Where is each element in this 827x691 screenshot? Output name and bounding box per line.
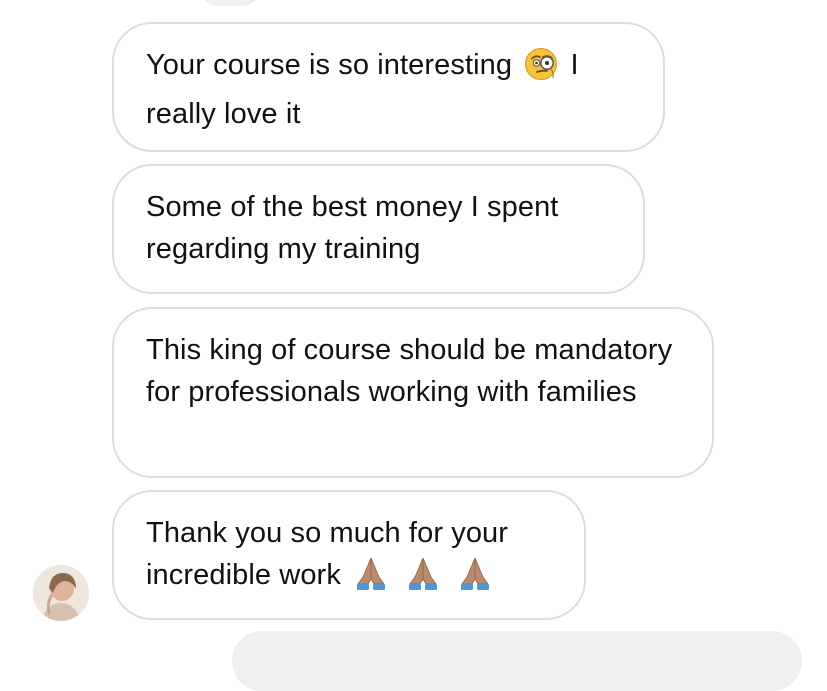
avatar[interactable] — [33, 565, 89, 621]
folded-hands-emoji — [457, 557, 493, 603]
monocle-face-emoji — [524, 47, 558, 93]
message-bubble-4[interactable]: Thank you so much for your incredible wo… — [112, 490, 586, 620]
message-bubble-1[interactable]: Your course is so interesting I really l… — [112, 22, 665, 152]
message-text-2: Some of the best money I spent regarding… — [146, 191, 559, 265]
next-message-bubble[interactable] — [232, 631, 802, 691]
profile-photo — [33, 565, 89, 621]
message-text-3: This king of course should be mandatory … — [146, 334, 673, 408]
folded-hands-emoji — [353, 557, 389, 603]
message-text-4: Thank you so much for your incredible wo… — [146, 517, 509, 591]
message-bubble-3[interactable]: This king of course should be mandatory … — [112, 307, 714, 478]
message-bubble-2[interactable]: Some of the best money I spent regarding… — [112, 164, 645, 294]
message-text-1a: Your course is so interesting — [146, 49, 513, 81]
previous-message-bubble[interactable] — [200, 0, 260, 6]
folded-hands-emoji — [405, 557, 441, 603]
chat-thread: Your course is so interesting I really l… — [0, 0, 827, 691]
